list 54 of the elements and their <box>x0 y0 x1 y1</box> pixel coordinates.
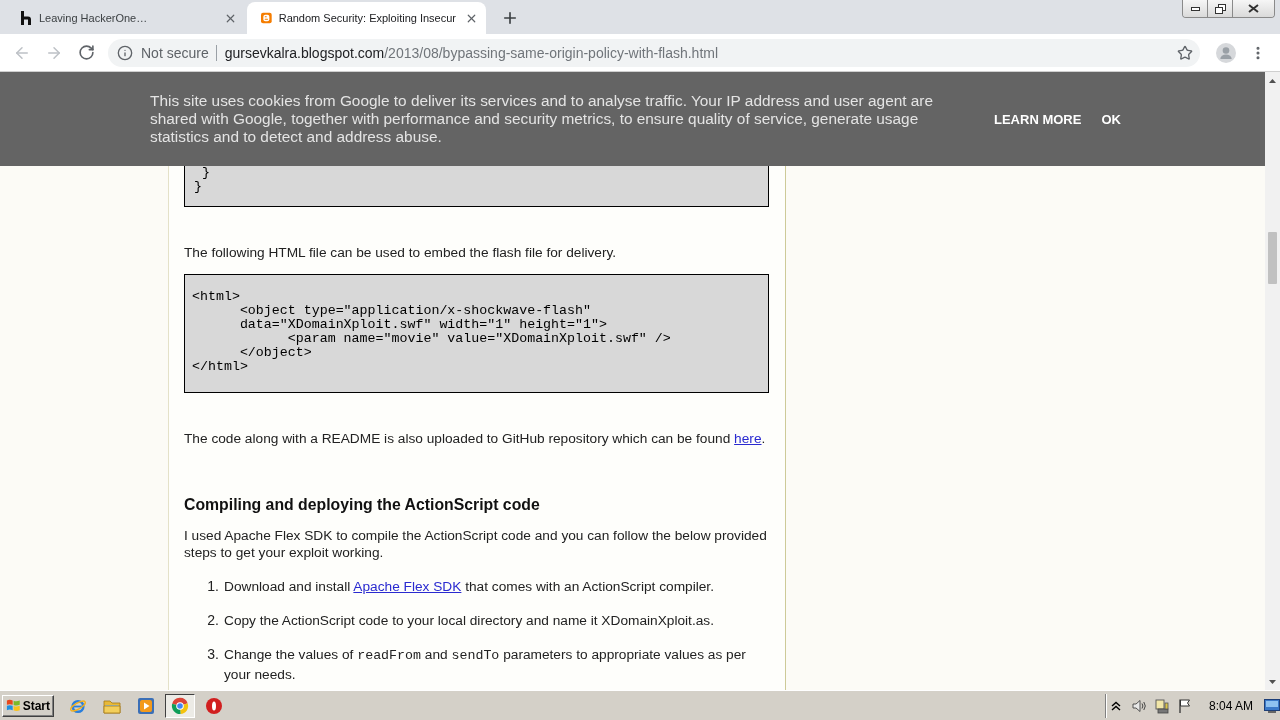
code-block: <html> <object type="application/x-shockwave-flash" data="XDomainXploit.swf" width="1" height="1"> <param name="movie" value="XDomainXploit.swf" /> </object> </html> <box>184 274 769 393</box>
link[interactable]: Apache Flex SDK <box>353 579 462 594</box>
avatar-icon <box>1216 42 1236 63</box>
security-label: Not secure <box>141 44 209 61</box>
list-item-text: Copy the ActionScript code to your local directory and name it XDomainXploit.as. <box>224 612 715 630</box>
scroll-down-icon <box>1269 679 1276 684</box>
scrollbar-thumb[interactable] <box>1268 232 1277 284</box>
flag-icon[interactable] <box>1177 697 1193 714</box>
speaker-icon[interactable] <box>1131 697 1147 714</box>
code-block: } } <box>184 166 769 207</box>
window-close-button[interactable] <box>1232 0 1274 17</box>
clock[interactable]: 8:04 AM <box>1201 698 1261 713</box>
browser-tab[interactable]: Random Security: Exploiting Insecur <box>247 2 486 34</box>
minimize-icon <box>1190 6 1200 11</box>
section-heading: Compiling and deploying the ActionScript code <box>184 495 541 515</box>
list-item-text: Download and install Apache Flex SDK that comes with an ActionScript compiler. <box>224 578 715 596</box>
list-number: 2. <box>206 611 219 630</box>
blog-logo-icon <box>261 10 272 26</box>
star-icon <box>1177 44 1193 61</box>
url-text: gursevkalra.blogspot.com/2013/08/bypassing-same-origin-policy-with-flash.html <box>224 44 720 61</box>
info-icon <box>117 44 133 61</box>
reload-icon <box>77 44 95 61</box>
list-number: 3. <box>206 645 219 664</box>
browser-icon <box>171 696 189 715</box>
profile-button[interactable] <box>1216 42 1236 63</box>
ring-logo-icon <box>205 696 223 715</box>
address-bar[interactable]: Not secure gursevkalra.blogspot.com/2013/08/bypassing-same-origin-policy-with-flash.html <box>108 38 1200 67</box>
browser-tab[interactable]: Leaving HackerOne… <box>6 2 245 34</box>
folder-icon <box>103 697 121 714</box>
banner-button[interactable]: LEARN MORE <box>994 109 1082 129</box>
body-text: I used Apache Flex SDK to compile the ActionScript code and you can follow the below provided steps to get your exploit working. <box>184 527 768 561</box>
body-text: The following HTML file can be used to embed the flash file for delivery. <box>184 244 618 261</box>
network-icon[interactable] <box>1154 697 1170 714</box>
link[interactable]: here <box>734 431 762 446</box>
scrollbar[interactable] <box>1265 72 1280 690</box>
start-button[interactable]: Start <box>2 694 54 717</box>
list-item-text: Change the values of readFrom and sendTo parameters to appropriate values as per your needs. <box>224 646 747 684</box>
cookie-message: This site uses cookies from Google to deliver its services and to analyse traffic. Your IP address and user agent are shared with Google, together with performance and security metrics, to ensure quality of service, generate usage statistics and to detect and address abuse. <box>150 92 935 146</box>
minimize-button[interactable] <box>1183 0 1207 17</box>
restore-button[interactable] <box>1207 0 1232 17</box>
bookmark-button[interactable] <box>1176 43 1194 62</box>
scroll-up-icon <box>1269 78 1276 83</box>
media-player-icon <box>137 696 155 715</box>
list-number: 1. <box>206 577 219 596</box>
site-logo-icon <box>20 11 32 25</box>
body-text: The code along with a README is also uploaded to GitHub repository which can be found here. <box>184 430 767 447</box>
restore-icon <box>1214 3 1226 14</box>
windows-logo-icon <box>6 698 21 713</box>
taskbar-app-button[interactable] <box>165 693 195 718</box>
banner-button[interactable]: OK <box>1101 109 1121 129</box>
show-desktop-icon[interactable] <box>1264 698 1280 713</box>
chevron-up-icon[interactable] <box>1111 700 1121 711</box>
close-icon <box>1248 4 1259 13</box>
plus-icon <box>501 9 519 27</box>
